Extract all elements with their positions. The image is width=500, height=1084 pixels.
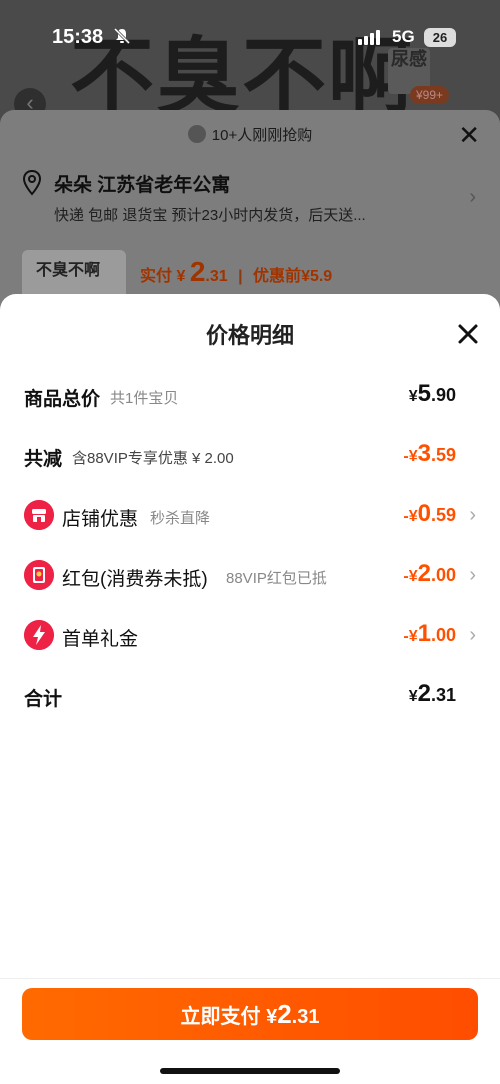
signal-icon xyxy=(358,30,380,45)
divider: | xyxy=(238,268,243,285)
pay-label: 实付 xyxy=(140,268,173,285)
price-detail-modal: 价格明细 商品总价 共1件宝贝 ¥5.90 共减 含88VIP专享优惠 ¥ 2.… xyxy=(0,294,500,1084)
pre-label: 优惠前 xyxy=(253,268,302,285)
total-discount-row: 共减 含88VIP专享优惠 ¥ 2.00 -¥3.59 xyxy=(24,436,476,476)
row-value: -¥2.00 xyxy=(403,560,456,587)
divider xyxy=(0,978,500,979)
delivery-info: 快递 包邮 退货宝 预计23小时内发货，后天送... xyxy=(54,207,366,224)
shop-icon xyxy=(24,500,54,530)
red-envelope-icon xyxy=(24,560,54,590)
row-label: 首单礼金 xyxy=(62,629,139,650)
bell-off-icon xyxy=(113,27,131,45)
pay-button-int: 2 xyxy=(277,999,292,1029)
pay-yen: ¥ xyxy=(176,268,186,285)
pre-value: ¥5.9 xyxy=(301,268,333,285)
chevron-right-icon: › xyxy=(469,564,476,586)
status-time: 15:38 xyxy=(52,26,104,48)
order-hint: 10+人刚刚抢购 xyxy=(0,124,500,145)
row-label: 店铺优惠 xyxy=(62,509,139,530)
chevron-right-icon: › xyxy=(469,624,476,646)
row-label: 合计 xyxy=(24,689,63,710)
address-name[interactable]: 朵朵 江苏省老年公寓 xyxy=(54,170,230,197)
avatar xyxy=(187,125,206,143)
status-bar: 15:38 5G 26 xyxy=(0,0,500,74)
price-tag: ¥99+ xyxy=(410,86,450,104)
shop-discount-row[interactable]: 店铺优惠 秒杀直降 -¥0.59 › xyxy=(24,496,476,536)
order-hint-text: 10+人刚刚抢购 xyxy=(211,127,313,144)
row-note: 含88VIP专享优惠 ¥ 2.00 xyxy=(72,450,234,467)
row-note: 秒杀直降 xyxy=(150,510,211,527)
row-label: 红包(消费券未抵) xyxy=(62,569,208,590)
pay-button-dec: .31 xyxy=(291,1006,320,1028)
pay-int: 2 xyxy=(189,256,206,287)
row-label: 商品总价 xyxy=(24,389,101,410)
close-icon[interactable] xyxy=(456,322,480,346)
pay-dec: .31 xyxy=(205,268,228,285)
chevron-right-icon: › xyxy=(469,504,476,526)
row-value: -¥0.59 xyxy=(403,500,456,527)
modal-title: 价格明细 xyxy=(205,323,294,348)
home-indicator[interactable] xyxy=(160,1068,340,1074)
row-value: -¥1.00 xyxy=(403,620,456,647)
red-envelope-row[interactable]: 红包(消费券未抵) 88VIP红包已抵 -¥2.00 › xyxy=(24,556,476,596)
lightning-icon xyxy=(24,620,54,650)
battery-icon: 26 xyxy=(424,28,456,47)
row-note: 88VIP红包已抵 xyxy=(226,570,327,587)
row-value: ¥5.90 xyxy=(408,380,456,407)
order-price: 实付 ¥ 2.31 | 优惠前¥5.9 xyxy=(140,256,332,288)
grand-total-row: 合计 ¥2.31 xyxy=(24,676,476,716)
thumb-text: 不臭不啊 xyxy=(36,262,101,279)
row-value: -¥3.59 xyxy=(403,440,456,467)
total-price-row: 商品总价 共1件宝贝 ¥5.90 xyxy=(24,376,476,416)
pay-now-button[interactable]: 立即支付 ¥2.31 xyxy=(22,988,478,1040)
row-value: ¥2.31 xyxy=(408,680,456,707)
chevron-right-icon[interactable]: › xyxy=(469,186,476,209)
pay-button-yen: ¥ xyxy=(266,1006,278,1028)
pay-button-label: 立即支付 xyxy=(180,1006,261,1028)
row-label: 共减 xyxy=(24,449,63,470)
row-note: 共1件宝贝 xyxy=(110,390,179,407)
first-order-gift-row[interactable]: 首单礼金 -¥1.00 › xyxy=(24,616,476,656)
location-pin-icon xyxy=(22,170,42,196)
network-label: 5G xyxy=(392,27,415,46)
close-icon[interactable]: ✕ xyxy=(458,120,480,151)
